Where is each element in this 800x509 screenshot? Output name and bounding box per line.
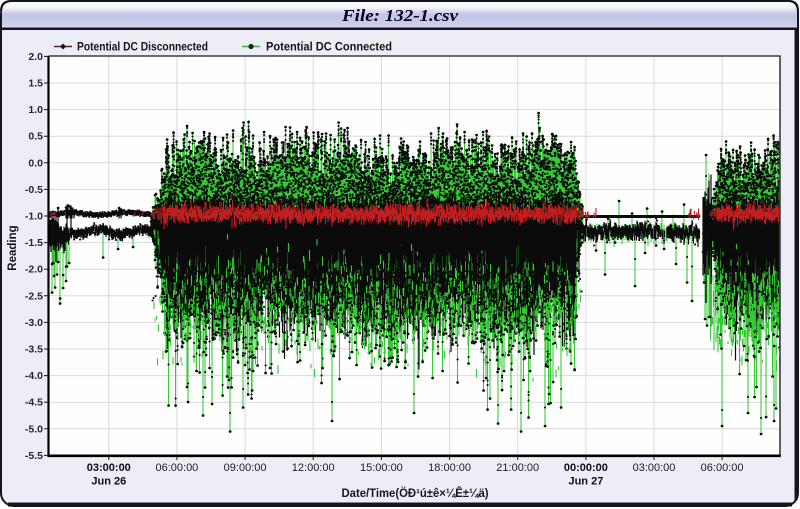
svg-text:21:00:00: 21:00:00 bbox=[496, 462, 539, 474]
svg-text:Potential DC Connected: Potential DC Connected bbox=[266, 40, 392, 54]
svg-text:-3.0: -3.0 bbox=[25, 317, 43, 329]
svg-text:09:00:00: 09:00:00 bbox=[224, 462, 267, 474]
svg-text:06:00:00: 06:00:00 bbox=[155, 462, 198, 474]
svg-text:06:00:00: 06:00:00 bbox=[701, 462, 744, 474]
svg-text:00:00:00: 00:00:00 bbox=[564, 462, 608, 474]
svg-text:Date/Time(ÖÐ¹ú±ê×¼Ê±¼ä): Date/Time(ÖÐ¹ú±ê×¼Ê±¼ä) bbox=[342, 487, 489, 500]
svg-text:-4.5: -4.5 bbox=[25, 397, 43, 409]
svg-text:-3.5: -3.5 bbox=[25, 344, 43, 356]
svg-text:-1.5: -1.5 bbox=[25, 237, 43, 249]
svg-text:-2.5: -2.5 bbox=[25, 290, 43, 302]
svg-text:1.5: 1.5 bbox=[28, 78, 43, 90]
svg-text:03:00:00: 03:00:00 bbox=[87, 462, 131, 474]
svg-text:18:00:00: 18:00:00 bbox=[428, 462, 471, 474]
svg-text:03:00:00: 03:00:00 bbox=[633, 462, 676, 474]
svg-text:File: 132-1.csv: File: 132-1.csv bbox=[341, 6, 459, 25]
svg-text:15:00:00: 15:00:00 bbox=[360, 462, 403, 474]
svg-text:-0.5: -0.5 bbox=[25, 184, 43, 196]
svg-text:Jun 26: Jun 26 bbox=[91, 476, 126, 488]
svg-text:-5.5: -5.5 bbox=[25, 450, 43, 462]
svg-text:2.0: 2.0 bbox=[28, 51, 43, 63]
svg-text:-2.0: -2.0 bbox=[25, 264, 43, 276]
svg-text:12:00:00: 12:00:00 bbox=[292, 462, 335, 474]
svg-text:Jun 27: Jun 27 bbox=[568, 476, 603, 488]
svg-text:Potential DC Disconnected: Potential DC Disconnected bbox=[77, 40, 208, 54]
svg-text:1.0: 1.0 bbox=[28, 104, 43, 116]
svg-text:-5.0: -5.0 bbox=[25, 423, 43, 435]
svg-text:0.5: 0.5 bbox=[28, 131, 43, 143]
svg-text:-4.0: -4.0 bbox=[25, 370, 43, 382]
svg-text:-1.0: -1.0 bbox=[25, 211, 43, 223]
svg-text:0.0: 0.0 bbox=[28, 157, 43, 169]
svg-text:Reading: Reading bbox=[7, 225, 19, 270]
